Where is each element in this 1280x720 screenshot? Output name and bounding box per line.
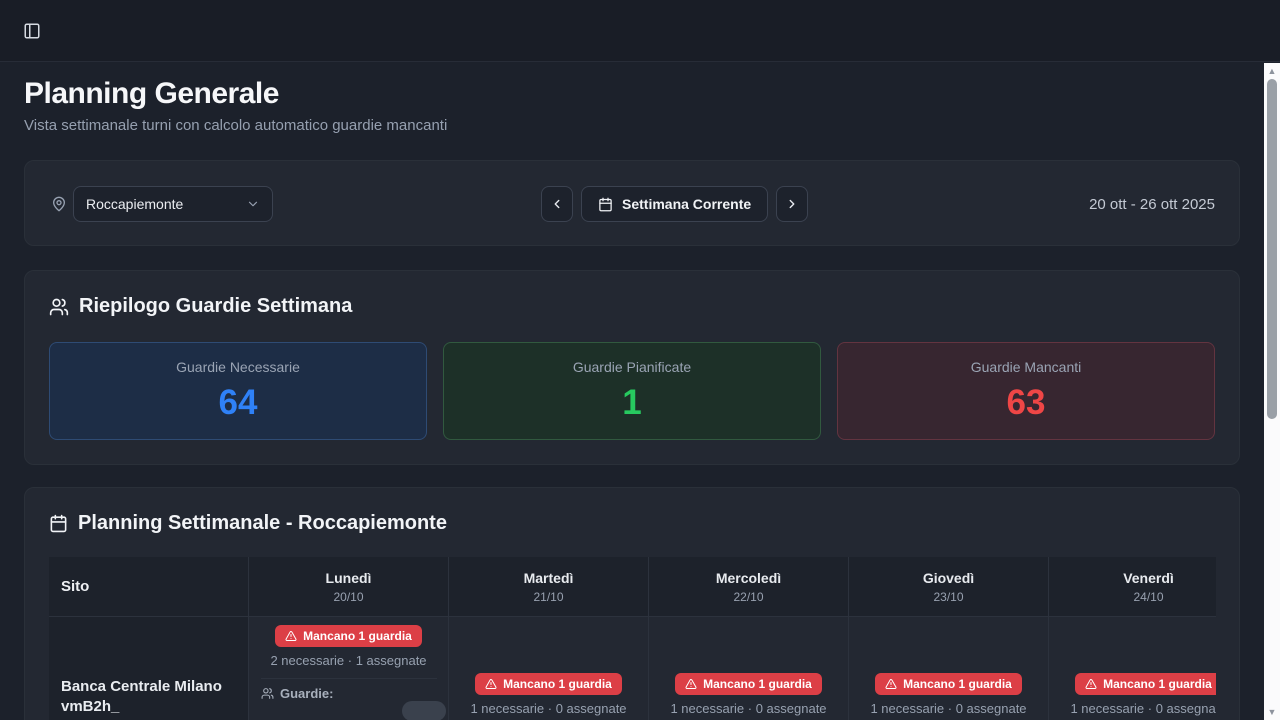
day-cell-mercoledi: Mancano 1 guardia 1 necessarie · 0 asseg… (649, 617, 849, 720)
day-cell-venerdi: Mancano 1 guardia 1 necessarie · 0 asseg… (1049, 617, 1216, 720)
calendar-icon (49, 514, 68, 533)
day-column-header-giovedi: Giovedì 23/10 (849, 557, 1049, 617)
site-select[interactable]: Roccapiemonte (73, 186, 273, 222)
stat-label: Guardie Pianificate (573, 359, 691, 375)
cell-detail: 1 necessarie · 0 assegnate (1070, 701, 1216, 716)
page-title: Planning Generale (24, 77, 1240, 111)
planning-card: Planning Settimanale - Roccapiemonte Sit… (24, 487, 1240, 720)
summary-card: Riepilogo Guardie Settimana Guardie Nece… (24, 270, 1240, 465)
warning-icon (1085, 678, 1097, 690)
day-cell-giovedi: Mancano 1 guardia 1 necessarie · 0 asseg… (849, 617, 1049, 720)
day-column-header-martedi: Martedì 21/10 (449, 557, 649, 617)
filter-bar: Roccapiemonte (24, 160, 1240, 246)
map-pin-icon (51, 196, 67, 212)
day-cell-martedi: Mancano 1 guardia 1 necessarie · 0 asseg… (449, 617, 649, 720)
users-icon (261, 687, 274, 700)
chevron-right-icon (785, 197, 799, 211)
day-column-header-lunedi: Lunedì 20/10 (249, 557, 449, 617)
cell-detail: 1 necessarie · 0 assegnate (670, 701, 826, 716)
stat-card-guardie-pianificate: Guardie Pianificate 1 (443, 342, 821, 440)
site-select-value: Roccapiemonte (86, 196, 246, 212)
missing-guards-badge: Mancano 1 guardia (1075, 673, 1216, 695)
cell-divider (261, 678, 437, 679)
stat-label: Guardie Necessarie (176, 359, 300, 375)
calendar-icon (598, 197, 613, 212)
planning-title: Planning Settimanale - Roccapiemonte (78, 512, 447, 535)
day-cell-lunedi: Mancano 1 guardia 2 necessarie · 1 asseg… (249, 617, 449, 720)
users-icon (49, 297, 69, 317)
warning-icon (885, 678, 897, 690)
scroll-down-arrow[interactable]: ▼ (1264, 705, 1280, 719)
planning-table: Sito Lunedì 20/10 Martedì 21/10 Mercoled… (49, 557, 1216, 720)
missing-guards-badge: Mancano 1 guardia (875, 673, 1022, 695)
page-subtitle: Vista settimanale turni con calcolo auto… (24, 117, 1240, 134)
chevron-left-icon (550, 197, 564, 211)
cell-detail: 2 necessarie · 1 assegnate (270, 653, 426, 668)
day-column-header-mercoledi: Mercoledì 22/10 (649, 557, 849, 617)
panel-left-icon (23, 22, 41, 40)
warning-icon (285, 630, 297, 642)
week-date-range: 20 ott - 26 ott 2025 (1089, 196, 1215, 213)
site-column-header: Sito (49, 557, 249, 617)
current-week-label: Settimana Corrente (622, 196, 751, 212)
missing-guards-badge: Mancano 1 guardia (475, 673, 622, 695)
missing-guards-badge: Mancano 1 guardia (275, 625, 422, 647)
top-bar (0, 0, 1280, 62)
warning-icon (485, 678, 497, 690)
current-week-button[interactable]: Settimana Corrente (581, 186, 768, 222)
missing-guards-badge: Mancano 1 guardia (675, 673, 822, 695)
vertical-scrollbar[interactable]: ▲ ▼ (1264, 63, 1280, 720)
guards-label: Guardie: (280, 686, 333, 701)
prev-week-button[interactable] (541, 186, 573, 222)
next-week-button[interactable] (776, 186, 808, 222)
site-cell: Banca Centrale Milano vmB2h_ (49, 617, 249, 720)
scroll-thumb[interactable] (1267, 79, 1277, 419)
sidebar-toggle-button[interactable] (16, 15, 48, 47)
cell-detail: 1 necessarie · 0 assegnate (470, 701, 626, 716)
stat-value: 1 (622, 383, 641, 423)
stat-label: Guardie Mancanti (971, 359, 1082, 375)
stat-card-guardie-mancanti: Guardie Mancanti 63 (837, 342, 1215, 440)
day-column-header-venerdi: Venerdì 24/10 (1049, 557, 1216, 617)
warning-icon (685, 678, 697, 690)
stat-card-guardie-necessarie: Guardie Necessarie 64 (49, 342, 427, 440)
chevron-down-icon (246, 197, 260, 211)
cell-detail: 1 necessarie · 0 assegnate (870, 701, 1026, 716)
summary-title: Riepilogo Guardie Settimana (79, 295, 352, 318)
stat-value: 63 (1007, 383, 1046, 423)
main-scroll-area: Planning Generale Vista settimanale turn… (0, 63, 1264, 720)
stat-value: 64 (219, 383, 258, 423)
guard-chip (402, 701, 446, 720)
scroll-up-arrow[interactable]: ▲ (1264, 64, 1280, 78)
